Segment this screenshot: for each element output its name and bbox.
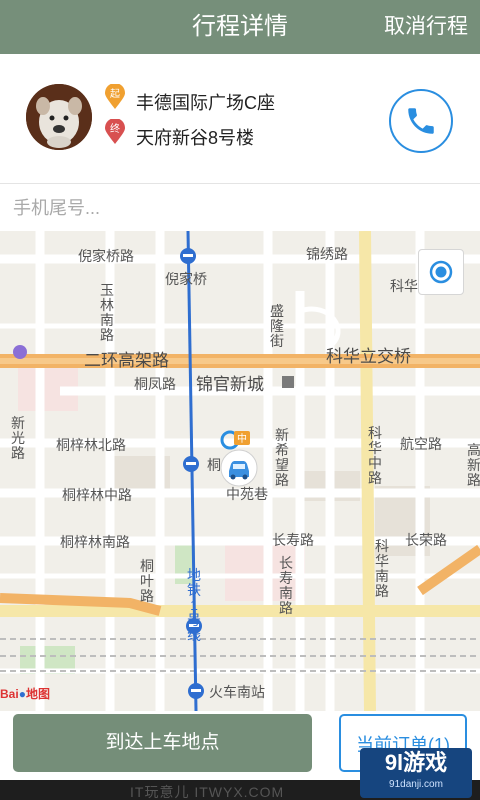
watermark-logo: 9l游戏 91danji.com [360, 748, 472, 798]
cancel-trip-button[interactable]: 取消行程 [384, 0, 468, 54]
map-label-jinguan-city: 锦官新城 [196, 375, 264, 394]
map-logo-brand: Bai [0, 687, 19, 701]
map-label-changshou-nan-road: 长寿南路 [279, 555, 293, 616]
watermark-text: IT玩意儿 ITWYX.COM [130, 784, 285, 800]
map-label-tongye-road: 桐叶路 [140, 558, 154, 604]
map-label-changrong-road: 长荣路 [405, 532, 447, 548]
map-label-kehua-zhong-road: 科华中路 [368, 425, 382, 486]
map-label-tongzilin-zhong: 桐梓林中路 [62, 487, 132, 503]
map-label-metro-line1: 地铁1号线 [187, 567, 201, 643]
map-label-zhongyuan-lane: 中苑巷 [226, 486, 268, 502]
end-badge: 终 [110, 122, 120, 135]
svg-text:中: 中 [237, 432, 247, 445]
end-address: 天府新谷8号楼 [136, 128, 255, 148]
map-logo-suffix: 地图 [25, 687, 50, 701]
car-icon [220, 449, 258, 487]
paw-icon: ● [18, 687, 26, 701]
map-label-nijiaqiao-station: 倪家桥 [165, 271, 207, 287]
map-label-kehua-nan-road: 科华南路 [375, 538, 389, 599]
watermark-logo-sub: 91danji.com [389, 779, 443, 790]
driver-avatar[interactable] [26, 84, 92, 150]
map-view[interactable]: 倪家桥路 倪家桥 锦绣路 科华路 玉林南路 盛隆街 二环高架路 科华立交桥 桐凤… [0, 231, 480, 711]
map-label-second-ring: 二环高架路 [84, 351, 169, 370]
map-label-xinximang-road: 新希望路 [275, 427, 289, 488]
map-label-huochenan-station: 火车南站 [209, 684, 265, 700]
header-bar: 行程详情 取消行程 [0, 0, 480, 54]
driver-car-marker[interactable] [220, 449, 258, 487]
start-badge: 起 [110, 88, 120, 100]
start-address: 丰德国际广场C座 [136, 93, 275, 113]
trip-info-panel: 起 丰德国际广场C座 终 天府新谷8号楼 [0, 54, 480, 184]
map-label-gaoxin-road: 高新路 [467, 442, 480, 488]
start-pin-icon: 起 [104, 83, 126, 110]
map-label-xinguang-road: 新光路 [11, 415, 25, 461]
end-pin-icon: 终 [104, 118, 126, 145]
map-label-yulin-nan-road: 玉林南路 [100, 282, 114, 343]
phone-icon [408, 108, 434, 134]
arrive-pickup-button[interactable]: 到达上车地点 [13, 714, 312, 772]
map-label-nijiaqiao-road: 倪家桥路 [78, 248, 134, 264]
locate-me-button[interactable] [418, 249, 464, 295]
map-label-kehua-li-bridge: 科华立交桥 [326, 347, 411, 366]
locate-icon [429, 260, 453, 284]
map-label-tongfeng-road: 桐凤路 [134, 376, 176, 392]
map-label-changshou-road: 长寿路 [272, 532, 314, 548]
map-label-tongzilin-nan: 桐梓林南路 [60, 534, 130, 550]
map-label-tongzilin-bei: 桐梓林北路 [56, 437, 126, 453]
phone-tail-input[interactable] [0, 185, 480, 231]
watermark-logo-main: 9l游戏 [384, 750, 448, 775]
map-label-shenglong-street: 盛隆街 [270, 303, 284, 349]
map-label-hangkong-road: 航空路 [400, 436, 442, 452]
map-logo: Bai●地图 [0, 685, 50, 702]
map-label-jinxiu-road: 锦绣路 [306, 246, 348, 262]
call-driver-button[interactable] [389, 89, 453, 153]
map-label-tong-station: 桐 [207, 457, 221, 473]
